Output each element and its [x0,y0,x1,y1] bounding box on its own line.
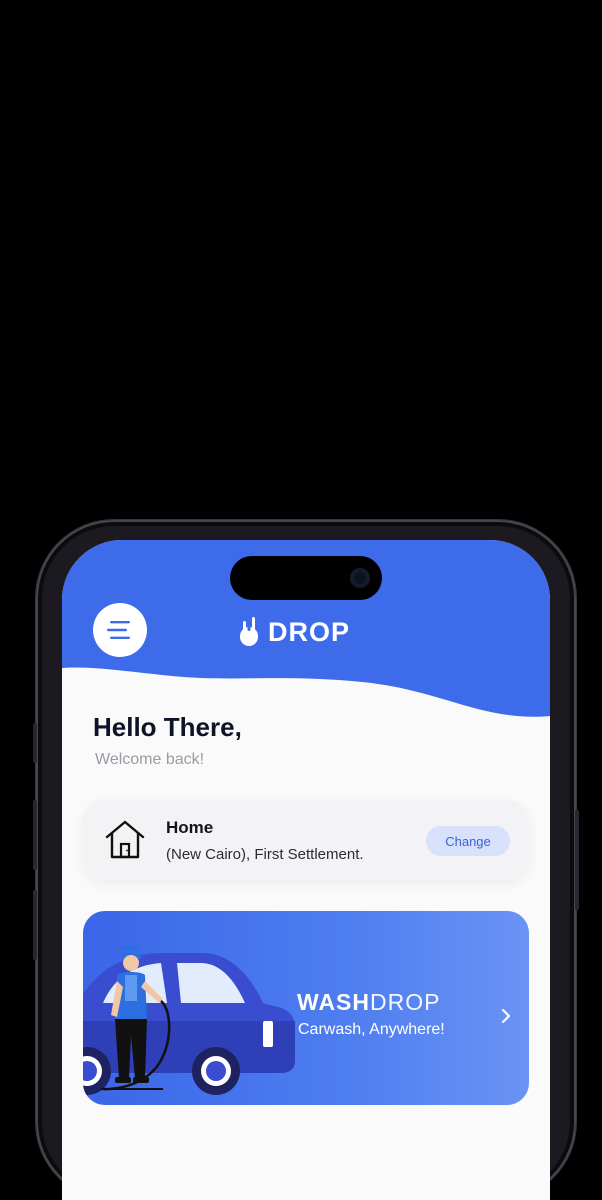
service-title-bold: WASH [297,989,370,1015]
car-wash-illustration [83,945,295,1095]
chevron-right-icon[interactable] [497,1007,515,1025]
menu-button[interactable] [93,603,147,657]
change-address-button[interactable]: Change [426,826,510,856]
camera-icon [350,568,370,588]
volume-up-button [33,800,37,870]
volume-down-button [33,890,37,960]
greeting-subtitle: Welcome back! [95,751,205,768]
app-screen: DROP Hello There, Welcome back! Home (Ne… [62,540,550,1200]
logo-text: DROP [268,616,351,647]
service-title: WASHDROP [297,989,440,1016]
address-card[interactable]: Home (New Cairo), First Settlement. Chan… [83,800,529,880]
address-detail: (New Cairo), First Settlement. [166,846,364,863]
service-subtitle: Carwash, Anywhere! [298,1021,445,1038]
address-label: Home [166,818,214,837]
drop-logo-icon [240,617,258,646]
dynamic-island [230,556,382,600]
app-logo: DROP [238,614,350,650]
menu-icon [107,621,130,639]
washdrop-service-card[interactable]: WASHDROP Carwash, Anywhere! [83,911,529,1105]
action-button [33,723,37,763]
greeting-title: Hello There, [93,712,242,742]
power-button [575,810,579,910]
home-icon [105,820,145,859]
service-title-light: DROP [370,989,441,1015]
